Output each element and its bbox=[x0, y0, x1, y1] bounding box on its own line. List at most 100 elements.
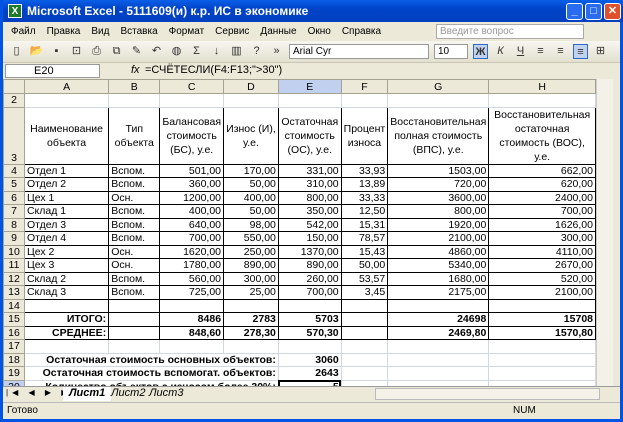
average-cell[interactable]: 2469,80 bbox=[387, 325, 490, 340]
data-cell[interactable]: 1680,00 bbox=[387, 271, 490, 286]
row-header[interactable]: 10 bbox=[3, 244, 25, 259]
underline-button[interactable]: Ч bbox=[513, 44, 528, 59]
italic-button[interactable]: К bbox=[493, 44, 508, 59]
column-title[interactable]: Износ (И), у.е. bbox=[223, 106, 279, 165]
data-cell[interactable]: 25,00 bbox=[223, 285, 279, 300]
data-cell[interactable]: 78,57 bbox=[340, 231, 389, 246]
menu-item-5[interactable]: Сервис bbox=[215, 26, 249, 37]
menu-item-7[interactable]: Окно bbox=[308, 26, 331, 37]
cell[interactable] bbox=[387, 352, 490, 367]
sort-ascending-icon[interactable]: ↓ bbox=[209, 44, 224, 59]
total-cell[interactable]: 15708 bbox=[488, 312, 596, 327]
data-cell[interactable]: 360,00 bbox=[159, 177, 225, 192]
cell[interactable] bbox=[159, 93, 225, 108]
column-header-B[interactable]: B bbox=[108, 79, 161, 94]
data-cell[interactable]: 1780,00 bbox=[159, 258, 225, 273]
data-cell[interactable]: Вспом. bbox=[108, 231, 161, 246]
data-cell[interactable]: 13,89 bbox=[340, 177, 389, 192]
average-cell[interactable]: 848,60 bbox=[159, 325, 225, 340]
data-cell[interactable]: Цех 3 bbox=[23, 258, 110, 273]
cell[interactable] bbox=[488, 339, 596, 354]
undo-icon[interactable]: ↶ bbox=[149, 44, 164, 59]
total-cell[interactable]: 24698 bbox=[387, 312, 490, 327]
data-cell[interactable]: Отдел 4 bbox=[23, 231, 110, 246]
ask-question-input[interactable]: Введите вопрос bbox=[436, 24, 584, 39]
data-cell[interactable]: Склад 1 bbox=[23, 204, 110, 219]
name-box[interactable]: E20 bbox=[5, 64, 100, 78]
column-title[interactable]: Восстановительная остаточная стоимость (… bbox=[488, 106, 596, 165]
data-cell[interactable]: Вспом. bbox=[108, 271, 161, 286]
data-cell[interactable]: 1503,00 bbox=[387, 163, 490, 178]
open-icon[interactable]: 📂 bbox=[29, 44, 44, 59]
menu-item-8[interactable]: Справка bbox=[342, 26, 381, 37]
formula-input[interactable]: =СЧЁТЕСЛИ(F4:F13;">30") bbox=[145, 64, 282, 76]
hyperlink-icon[interactable]: ◍ bbox=[169, 44, 184, 59]
row-header[interactable]: 15 bbox=[3, 312, 25, 327]
data-cell[interactable]: 700,00 bbox=[277, 285, 342, 300]
font-name-select[interactable]: Arial Cyr bbox=[289, 44, 429, 59]
data-cell[interactable]: 560,00 bbox=[159, 271, 225, 286]
data-cell[interactable]: 331,00 bbox=[277, 163, 342, 178]
average-cell[interactable] bbox=[340, 325, 389, 340]
row-header[interactable]: 13 bbox=[3, 285, 25, 300]
bold-button[interactable]: Ж bbox=[473, 44, 488, 59]
data-cell[interactable]: Отдел 1 bbox=[23, 163, 110, 178]
row-header[interactable]: 19 bbox=[3, 366, 25, 381]
data-cell[interactable]: 640,00 bbox=[159, 217, 225, 232]
data-cell[interactable]: 170,00 bbox=[223, 163, 279, 178]
row-header[interactable]: 14 bbox=[3, 298, 25, 313]
minimize-button[interactable]: _ bbox=[566, 3, 583, 20]
borders-icon[interactable]: ⊞ bbox=[593, 44, 608, 59]
data-cell[interactable]: Вспом. bbox=[108, 285, 161, 300]
data-cell[interactable]: 620,00 bbox=[488, 177, 596, 192]
cell[interactable] bbox=[387, 93, 490, 108]
data-cell[interactable]: 550,00 bbox=[223, 231, 279, 246]
data-cell[interactable]: 300,00 bbox=[488, 231, 596, 246]
vertical-scrollbar[interactable] bbox=[596, 79, 613, 386]
data-cell[interactable]: 542,00 bbox=[277, 217, 342, 232]
data-cell[interactable]: 1626,00 bbox=[488, 217, 596, 232]
copy-icon[interactable]: ⧉ bbox=[109, 44, 124, 59]
cell[interactable] bbox=[387, 298, 490, 313]
data-cell[interactable]: Склад 3 bbox=[23, 285, 110, 300]
menu-item-0[interactable]: Файл bbox=[11, 26, 36, 37]
data-cell[interactable]: 890,00 bbox=[277, 258, 342, 273]
column-header-A[interactable]: A bbox=[23, 79, 110, 94]
column-title[interactable]: Наименование объекта bbox=[23, 106, 110, 165]
column-title[interactable]: Процент износа bbox=[340, 106, 389, 165]
cell[interactable] bbox=[23, 339, 110, 354]
more-icon[interactable]: » bbox=[269, 44, 284, 59]
chart-wizard-icon[interactable]: ▥ bbox=[229, 44, 244, 59]
menu-item-4[interactable]: Формат bbox=[169, 26, 205, 37]
function-icon[interactable]: fx bbox=[131, 64, 140, 76]
data-cell[interactable]: Осн. bbox=[108, 190, 161, 205]
average-cell[interactable]: 1570,80 bbox=[488, 325, 596, 340]
data-cell[interactable]: 2100,00 bbox=[387, 231, 490, 246]
cell[interactable] bbox=[488, 352, 596, 367]
data-cell[interactable]: 53,57 bbox=[340, 271, 389, 286]
help-icon[interactable]: ? bbox=[249, 44, 264, 59]
cell[interactable] bbox=[159, 298, 225, 313]
data-cell[interactable]: 700,00 bbox=[159, 231, 225, 246]
summary-value[interactable]: 2643 bbox=[277, 366, 342, 381]
cell[interactable] bbox=[277, 339, 342, 354]
cell[interactable] bbox=[159, 339, 225, 354]
cell[interactable] bbox=[223, 93, 279, 108]
summary-value[interactable]: 3060 bbox=[277, 352, 342, 367]
average-cell[interactable]: 570,30 bbox=[277, 325, 342, 340]
data-cell[interactable]: 800,00 bbox=[277, 190, 342, 205]
cell[interactable] bbox=[223, 339, 279, 354]
cell[interactable] bbox=[108, 93, 161, 108]
menu-item-3[interactable]: Вставка bbox=[120, 26, 157, 37]
data-cell[interactable]: 15,31 bbox=[340, 217, 389, 232]
data-cell[interactable]: 700,00 bbox=[488, 204, 596, 219]
row-header[interactable]: 6 bbox=[3, 190, 25, 205]
row-header[interactable]: 4 bbox=[3, 163, 25, 178]
row-header[interactable]: 8 bbox=[3, 217, 25, 232]
data-cell[interactable]: 720,00 bbox=[387, 177, 490, 192]
total-cell[interactable]: 8486 bbox=[159, 312, 225, 327]
column-header-G[interactable]: G bbox=[387, 79, 490, 94]
data-cell[interactable]: 15,43 bbox=[340, 244, 389, 259]
cell[interactable] bbox=[277, 298, 342, 313]
average-cell[interactable]: 278,30 bbox=[223, 325, 279, 340]
